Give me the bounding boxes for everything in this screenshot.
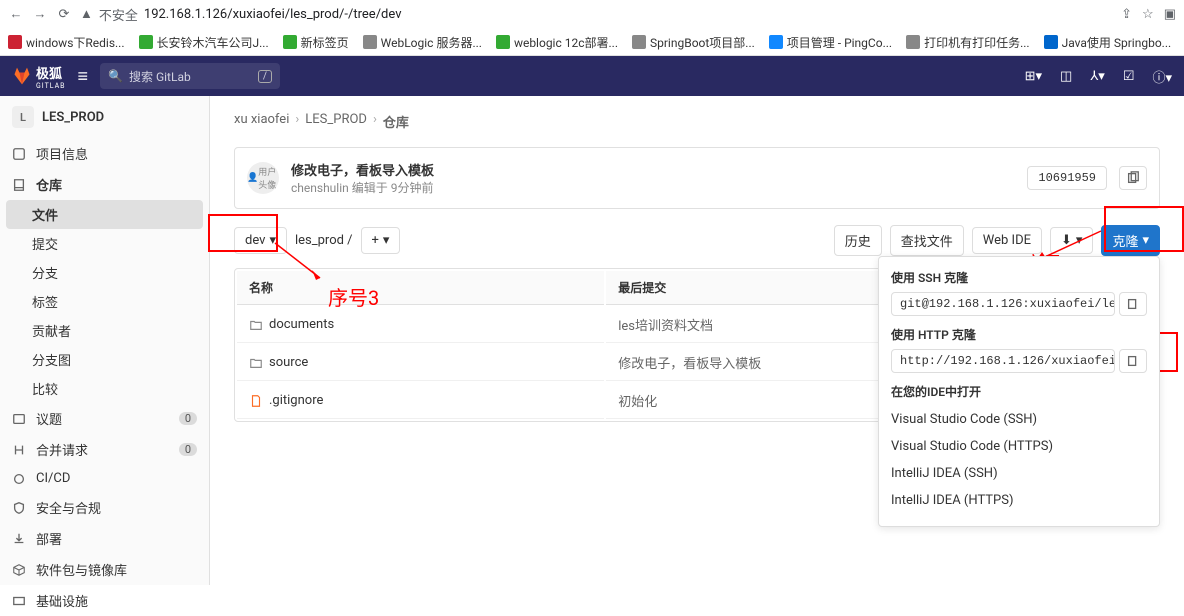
bookmark-item[interactable]: 新标签页 xyxy=(283,34,349,51)
sidebar-item-contributors[interactable]: 贡献者 xyxy=(0,316,209,345)
star-icon[interactable]: ☆ xyxy=(1142,7,1154,22)
sidebar-item-mr[interactable]: 合并请求0 xyxy=(0,434,209,465)
ide-option[interactable]: Visual Studio Code (HTTPS) xyxy=(891,433,1147,460)
sidebar-item-repo[interactable]: 仓库 xyxy=(0,169,209,200)
breadcrumb-repo[interactable]: 仓库 xyxy=(383,112,409,131)
todo-icon[interactable]: ☑ xyxy=(1123,69,1135,84)
breadcrumb-user[interactable]: xu xiaofei xyxy=(234,112,289,131)
commit-meta: chenshulin 编辑于 9分钟前 xyxy=(291,179,1015,196)
bookmark-item[interactable]: weblogic 12c部署... xyxy=(496,34,618,51)
add-file-button[interactable]: + ▾ xyxy=(361,227,401,254)
copy-ssh-button[interactable] xyxy=(1119,292,1147,316)
chevron-down-icon: ▾ xyxy=(1076,233,1083,248)
http-url-input[interactable]: http://192.168.1.126/xuxiaofei/ xyxy=(891,349,1115,373)
search-input[interactable]: 🔍 搜索 GitLab / xyxy=(100,63,280,89)
chevron-down-icon: ▾ xyxy=(383,233,390,248)
forward-icon[interactable]: → xyxy=(32,6,48,22)
bookmark-item[interactable]: 项目管理 - PingCo... xyxy=(769,34,892,51)
latest-commit: 👤用户头像 修改电子，看板导入模板 chenshulin 编辑于 9分钟前 10… xyxy=(234,147,1160,209)
fox-icon xyxy=(12,66,32,86)
sidebar-item-commits[interactable]: 提交 xyxy=(0,229,209,258)
history-button[interactable]: 历史 xyxy=(834,225,882,256)
sidebar-item-infra[interactable]: 基础设施 xyxy=(0,585,209,616)
ide-option[interactable]: Visual Studio Code (SSH) xyxy=(891,406,1147,433)
bookmark-item[interactable]: Java使用 Springbo... xyxy=(1044,34,1172,51)
bookmark-item[interactable]: SpringBoot项目部... xyxy=(632,34,755,51)
issues-badge: 0 xyxy=(179,412,197,425)
bookmark-item[interactable]: windows下Redis... xyxy=(8,34,125,51)
issues-icon[interactable]: ◫ xyxy=(1060,69,1072,84)
copy-http-button[interactable] xyxy=(1119,349,1147,373)
find-file-button[interactable]: 查找文件 xyxy=(890,225,964,256)
sidebar-item-compare[interactable]: 比较 xyxy=(0,374,209,403)
avatar: 👤用户头像 xyxy=(247,162,279,194)
ssh-url-input[interactable]: git@192.168.1.126:xuxiaofei/les xyxy=(891,292,1115,316)
search-icon: 🔍 xyxy=(108,69,123,83)
sidebar-item-tags[interactable]: 标签 xyxy=(0,287,209,316)
breadcrumb: xu xiaofei › LES_PROD › 仓库 xyxy=(234,112,1160,131)
url-text: 192.168.1.126/xuxiaofei/les_prod/-/tree/… xyxy=(144,7,402,22)
mr-icon[interactable]: ⅄▾ xyxy=(1090,69,1104,84)
chevron-down-icon: ▾ xyxy=(269,233,276,248)
commit-sha[interactable]: 10691959 xyxy=(1027,166,1107,190)
sidebar-item-branches[interactable]: 分支 xyxy=(0,258,209,287)
mr-badge: 0 xyxy=(179,443,197,456)
url-bar[interactable]: ▲ 不安全 192.168.1.126/xuxiaofei/les_prod/-… xyxy=(80,5,1113,24)
plus-icon[interactable]: ⊞▾ xyxy=(1025,69,1042,84)
ide-option[interactable]: IntelliJ IDEA (SSH) xyxy=(891,460,1147,487)
extension-icon[interactable]: ▣ xyxy=(1164,7,1176,22)
sidebar-item-files[interactable]: 文件 xyxy=(6,200,203,229)
back-icon[interactable]: ← xyxy=(8,6,24,22)
web-ide-button[interactable]: Web IDE xyxy=(972,227,1042,254)
sidebar-item-security[interactable]: 安全与合规 xyxy=(0,492,209,523)
http-clone-label: 使用 HTTP 克隆 xyxy=(891,326,1147,343)
clone-dropdown: 使用 SSH 克隆 git@192.168.1.126:xuxiaofei/le… xyxy=(878,256,1160,527)
menu-icon[interactable]: ≡ xyxy=(78,66,89,87)
gitlab-logo[interactable]: 极狐 GITLAB xyxy=(12,63,66,90)
download-button[interactable]: ⬇ ▾ xyxy=(1050,227,1093,254)
sidebar-item-info[interactable]: 项目信息 xyxy=(0,138,209,169)
help-icon[interactable]: ⓘ▾ xyxy=(1152,67,1172,86)
clone-button[interactable]: 克隆 ▾ xyxy=(1101,225,1160,256)
sidebar-item-cicd[interactable]: CI/CD xyxy=(0,465,209,492)
share-icon[interactable]: ⇪ xyxy=(1121,7,1132,22)
chevron-down-icon: ▾ xyxy=(1142,233,1149,248)
project-title[interactable]: L LES_PROD xyxy=(0,96,209,138)
insecure-label: 不安全 xyxy=(99,5,138,24)
bookmark-item[interactable]: 打印机有打印任务... xyxy=(906,34,1030,51)
ide-option[interactable]: IntelliJ IDEA (HTTPS) xyxy=(891,487,1147,514)
insecure-icon: ▲ xyxy=(80,6,93,22)
open-ide-label: 在您的IDE中打开 xyxy=(891,383,1147,400)
copy-sha-button[interactable] xyxy=(1119,166,1147,190)
col-name: 名称 xyxy=(237,271,604,305)
sidebar-item-issues[interactable]: 议题0 xyxy=(0,403,209,434)
breadcrumb-project[interactable]: LES_PROD xyxy=(305,112,367,131)
ssh-clone-label: 使用 SSH 克隆 xyxy=(891,269,1147,286)
shortcut-hint: / xyxy=(258,70,272,83)
sidebar-item-graph[interactable]: 分支图 xyxy=(0,345,209,374)
sidebar-item-deploy[interactable]: 部署 xyxy=(0,523,209,554)
sidebar-item-packages[interactable]: 软件包与镜像库 xyxy=(0,554,209,585)
bookmark-item[interactable]: WebLogic 服务器... xyxy=(363,34,482,51)
commit-title[interactable]: 修改电子，看板导入模板 xyxy=(291,160,1015,179)
path-breadcrumb[interactable]: les_prod / xyxy=(295,233,353,248)
branch-selector[interactable]: dev ▾ xyxy=(234,227,287,254)
reload-icon[interactable]: ⟳ xyxy=(56,6,72,22)
bookmark-item[interactable]: 长安铃木汽车公司J... xyxy=(139,34,269,51)
project-avatar: L xyxy=(12,106,34,128)
